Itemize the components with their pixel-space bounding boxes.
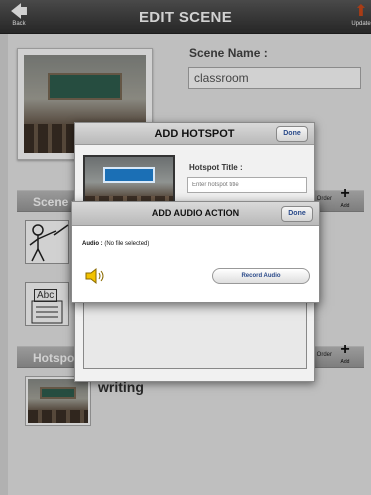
add-audio-header: ADD AUDIO ACTION Done (72, 202, 319, 226)
record-audio-button[interactable]: Record Audio (212, 268, 310, 284)
add-audio-action-dialog: ADD AUDIO ACTION Done Audio : (No file s… (71, 201, 320, 303)
audio-label: Audio : (82, 241, 103, 247)
hotspot-title-input[interactable] (187, 177, 307, 193)
hotspot-done-button[interactable]: Done (276, 126, 308, 142)
hotspot-title-label: Hotspot Title : (189, 163, 243, 172)
add-hotspot-header: ADD HOTSPOT Done (75, 123, 314, 145)
speaker-icon[interactable] (84, 267, 106, 285)
audio-done-button[interactable]: Done (281, 206, 313, 222)
audio-status: Audio : (No file selected) (82, 241, 149, 247)
audio-file-value: (No file selected) (104, 241, 150, 247)
